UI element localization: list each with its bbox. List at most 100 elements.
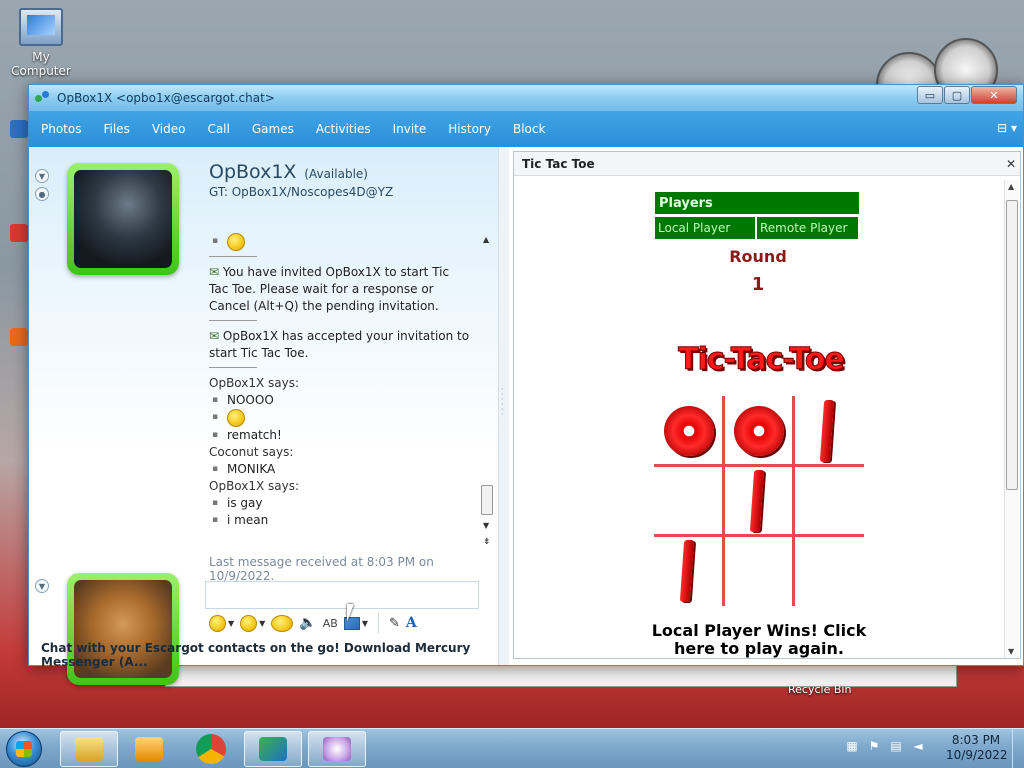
board-cell-9[interactable] [794,536,864,606]
minimize-button[interactable]: ▭ [917,86,943,104]
firefox-icon[interactable] [10,328,28,346]
network-icon[interactable]: ▦ [845,739,859,753]
handwriting-button[interactable]: ✎ [389,616,400,631]
activity-scrollbar-thumb[interactable] [1006,200,1018,490]
taskbar-explorer[interactable] [60,731,118,767]
contact-display-picture [74,170,172,268]
menu-files[interactable]: Files [103,122,129,136]
message-scrollbar-thumb[interactable] [481,485,493,515]
scroll-up-icon[interactable]: ▲ [483,235,489,244]
board-cell-5[interactable] [724,466,794,536]
board-cell-6[interactable] [794,466,864,536]
board-cell-4[interactable] [654,466,724,536]
title-bar[interactable]: OpBox1X <opbo1x@escargot.chat> ▭ ▢ ✕ [29,85,1023,111]
taskbar-messenger[interactable] [244,731,302,767]
show-desktop-button[interactable] [1012,729,1024,768]
smile-icon [209,614,226,632]
voice-clip-button[interactable]: 🔈 [299,615,316,631]
clock[interactable]: 8:03 PM 10/9/2022 [946,733,1008,763]
ad-banner[interactable]: Chat with your Escargot contacts on the … [41,641,498,669]
x-mark [819,400,835,462]
text-mode-button[interactable]: A [406,615,417,631]
contact-avatar[interactable] [67,163,179,275]
chevron-down-icon: ▼ [228,618,235,628]
nudge-button[interactable] [271,614,294,632]
partially-hidden-desktop-icons [10,120,30,432]
menu-call[interactable]: Call [207,122,229,136]
list-item [209,409,471,427]
players-header: Players [655,192,859,214]
menu-activities[interactable]: Activities [316,122,371,136]
menu-games[interactable]: Games [252,122,294,136]
menu-history[interactable]: History [448,122,491,136]
tic-tac-toe-game: Players Local Player Remote Player Round… [655,192,861,295]
contact-header: OpBox1X (Available) [209,161,368,183]
sender-name: OpBox1X says: [209,479,300,493]
board-cell-1[interactable] [654,396,724,466]
chevron-down-icon: ▼ [259,618,266,628]
scroll-down-icon[interactable]: ▼ [483,521,489,530]
local-player-label: Local Player [655,217,755,239]
divider [209,256,257,257]
menu-photos[interactable]: Photos [41,122,81,136]
emoticon-button[interactable]: ▼ [209,614,235,632]
list-item: NOOOO [209,392,471,409]
taskbar-game[interactable] [308,731,366,767]
menu-video[interactable]: Video [152,122,186,136]
divider [209,320,257,321]
activity-scrollbar[interactable]: ▲ ▼ [1004,180,1018,658]
wink-button[interactable]: ▼ [240,614,266,632]
contact-status: (Available) [304,167,368,181]
sender-name: OpBox1X says: [209,376,300,390]
list-item: i mean [209,512,471,529]
close-button[interactable]: ✕ [971,86,1017,104]
chevron-down-icon: ▼ [361,618,368,628]
collapse-contact-icon[interactable]: ▼ [35,169,49,183]
scroll-down-icon[interactable]: ▼ [1008,647,1014,656]
text-icon: A [405,615,417,631]
message-history: ✉ You have invited OpBox1X to start Tic … [209,233,471,549]
invite-message: You have invited OpBox1X to start Tic Ta… [209,265,450,313]
o-mark [664,406,714,456]
font-button[interactable]: AB [323,617,338,630]
board-cell-2[interactable] [724,396,794,466]
game-board [654,396,864,606]
splitter-grip-icon: · · · · · · [501,385,504,419]
options-menu-icon[interactable]: ⊟ ▾ [997,121,1017,135]
recycle-bin-label[interactable]: Recycle Bin [788,683,851,696]
google-chrome-icon[interactable] [10,224,28,242]
list-item: is gay [209,495,471,512]
surprised-emoticon-icon [227,233,245,251]
clock-time: 8:03 PM [951,733,1001,747]
message-input[interactable] [205,581,479,609]
scroll-to-end-icon[interactable]: ⇟ [483,537,491,547]
start-button[interactable] [6,731,42,767]
connection-icon[interactable]: ▤ [889,739,903,753]
media-player-icon [135,737,163,761]
scroll-up-icon[interactable]: ▲ [1008,182,1014,191]
win-message[interactable]: Local Player Wins! Click here to play ag… [634,622,884,658]
contact-card-icon[interactable]: ● [35,187,49,201]
speaker-icon: 🔈 [299,615,317,631]
volume-icon[interactable]: ◄ [911,739,925,753]
menu-bar: Photos Files Video Call Games Activities… [29,111,1023,147]
maximize-button[interactable]: ▢ [944,86,970,104]
menu-invite[interactable]: Invite [393,122,427,136]
tic-tac-toe-logo: Tic-Tac-Toe [678,342,846,378]
nudge-icon [271,614,294,632]
my-computer-desktop-icon[interactable]: My Computer [2,8,80,78]
chat-pane: ▼ ● ▼ OpBox1X (Available) GT: OpBox1X/No… [29,147,498,685]
board-cell-7[interactable] [654,536,724,606]
action-center-icon[interactable]: ⚑ [867,739,881,753]
internet-explorer-icon[interactable] [10,120,28,138]
divider [209,367,257,368]
board-cell-3[interactable] [794,396,864,466]
wink-icon [240,614,258,632]
taskbar-chrome[interactable] [182,731,240,767]
board-cell-8[interactable] [724,536,794,606]
taskbar-media-player[interactable] [120,731,178,767]
menu-block[interactable]: Block [513,122,545,136]
activity-close-button[interactable]: ✕ [1006,157,1016,171]
collapse-self-icon[interactable]: ▼ [35,579,49,593]
messenger-icon [259,737,287,761]
